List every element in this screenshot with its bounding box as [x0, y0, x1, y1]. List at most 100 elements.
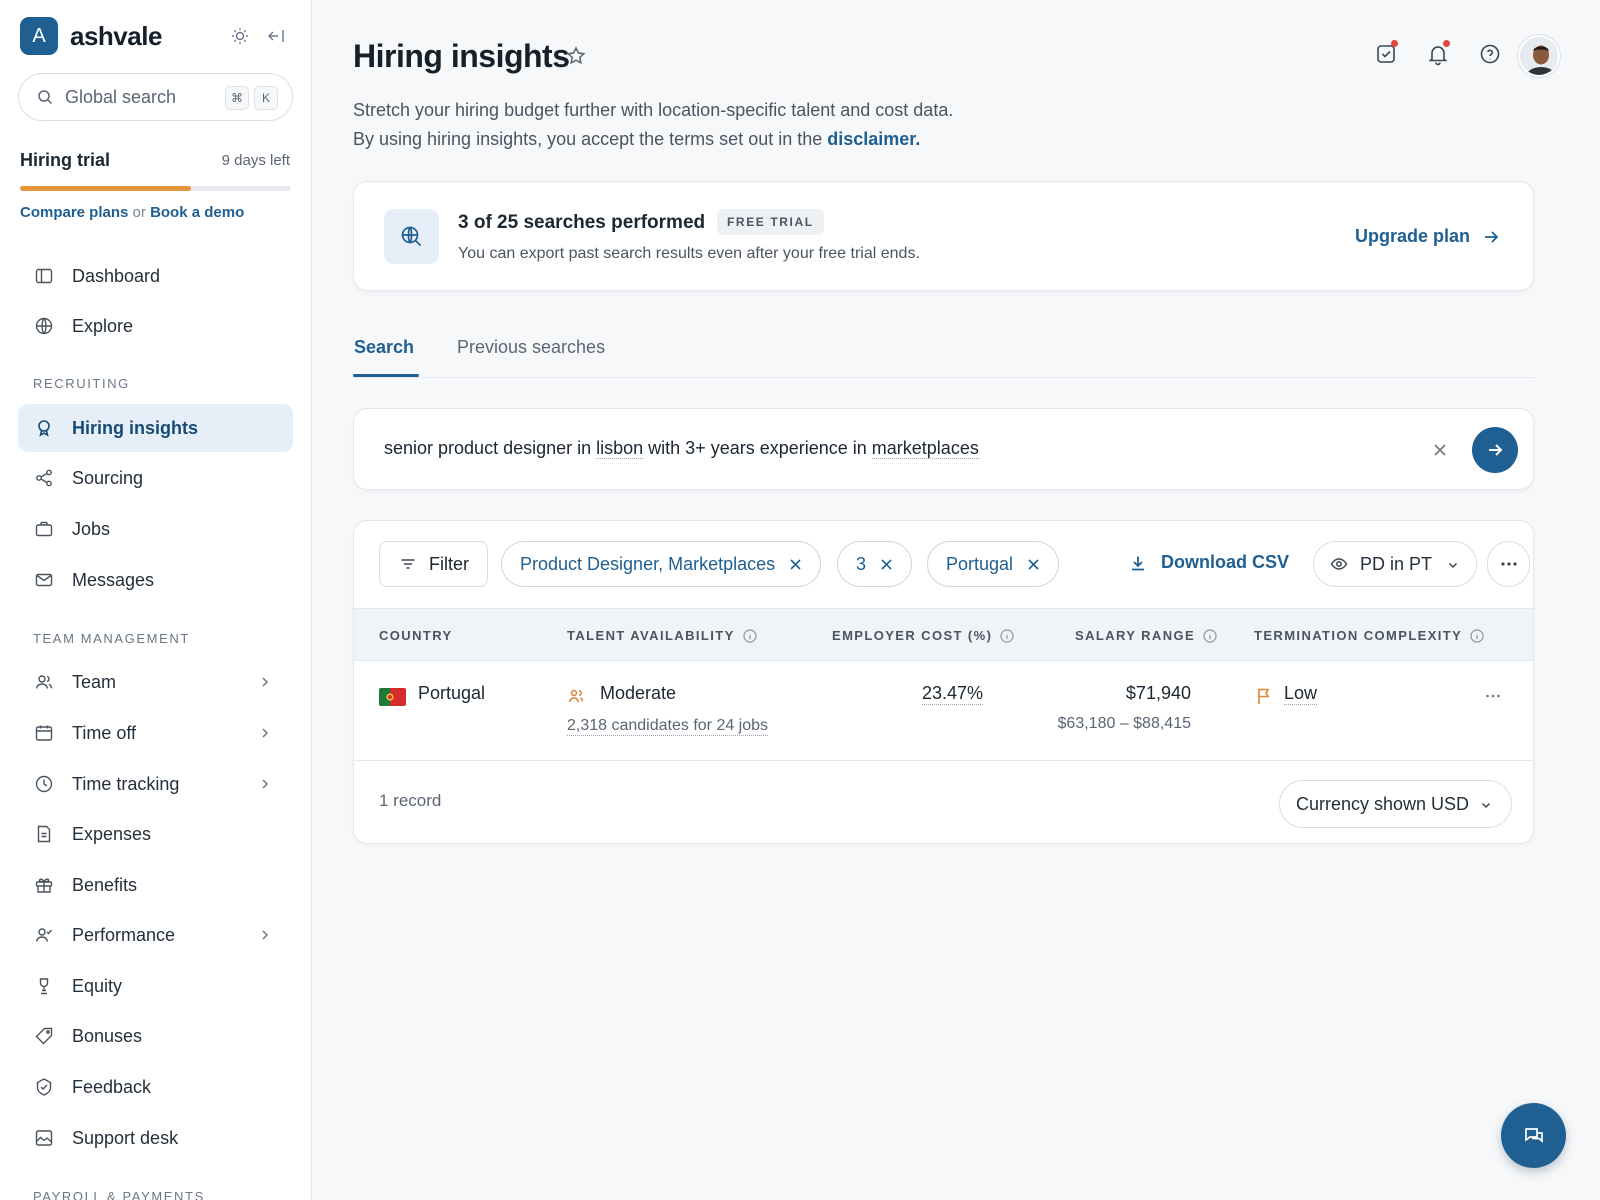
sidebar-item-label: Hiring insights [72, 417, 198, 438]
sidebar-item-equity[interactable]: Equity [18, 962, 293, 1010]
sidebar-item-label: Expenses [72, 823, 152, 844]
sidebar-item-performance[interactable]: Performance [18, 911, 293, 959]
filter-chip-experience[interactable]: 3 [837, 541, 913, 587]
info-icon[interactable] [992, 628, 1014, 643]
user-check-icon [34, 925, 54, 945]
cell-termination[interactable]: Low [1284, 683, 1318, 705]
book-demo-link[interactable]: Book a demo [150, 204, 244, 221]
sun-icon[interactable] [230, 26, 250, 46]
more-options-button[interactable] [1487, 541, 1530, 587]
search-quota-card: 3 of 25 searches performed FREE TRIAL Yo… [353, 181, 1534, 291]
column-header-label: TERMINATION COMPLEXITY [1254, 628, 1463, 643]
sidebar-item-time-tracking[interactable]: Time tracking [18, 760, 293, 808]
tasks-notification-dot [1391, 40, 1398, 47]
remove-chip-icon[interactable] [1027, 558, 1040, 571]
search-tabs: Search Previous searches [353, 328, 1534, 378]
filter-label: Filter [429, 553, 469, 574]
remove-chip-icon[interactable] [880, 558, 893, 571]
cell-country: Portugal [418, 683, 486, 703]
sidebar-item-explore[interactable]: Explore [18, 302, 293, 350]
lightbulb-icon [34, 418, 54, 438]
download-csv-label: Download CSV [1161, 552, 1290, 572]
sidebar-item-team[interactable]: Team [18, 658, 293, 706]
results-card: Filter Product Designer, Marketplaces 3 … [353, 520, 1534, 844]
section-label-team-management: TEAM MANAGEMENT [33, 631, 190, 646]
filter-chip-country[interactable]: Portugal [927, 541, 1060, 587]
row-more-icon[interactable] [1485, 693, 1501, 699]
sidebar-item-expenses[interactable]: Expenses [18, 810, 293, 858]
record-count: 1 record [379, 791, 442, 810]
clock-icon [34, 774, 54, 794]
currency-select[interactable]: Currency shown USD [1279, 780, 1512, 828]
sidebar-item-label: Performance [72, 924, 176, 945]
people-icon [567, 687, 585, 705]
sidebar-item-dashboard[interactable]: Dashboard [18, 252, 293, 300]
sidebar-item-messages[interactable]: Messages [18, 556, 293, 604]
sidebar-item-hiring-insights[interactable]: Hiring insights [18, 404, 293, 452]
sidebar-item-label: Jobs [72, 518, 111, 539]
sidebar-item-label: Sourcing [72, 467, 144, 488]
cell-candidates[interactable]: 2,318 candidates for 24 jobs [567, 717, 769, 736]
info-icon[interactable] [735, 628, 757, 643]
compare-plans-link[interactable]: Compare plans [20, 204, 128, 221]
trial-links-or: or [132, 204, 146, 221]
sidebar-item-bonuses[interactable]: Bonuses [18, 1012, 293, 1060]
brand[interactable]: A ashvale [20, 17, 162, 55]
column-header-termination-complexity: TERMINATION COMPLEXITY [1254, 628, 1484, 643]
query-text-segment: senior product designer in [384, 438, 597, 458]
sidebar-item-jobs[interactable]: Jobs [18, 505, 293, 553]
help-circle-icon[interactable] [1478, 42, 1502, 66]
support-image-icon [34, 1128, 54, 1148]
avatar[interactable] [1518, 35, 1560, 77]
global-search-input[interactable]: Global search ⌘ K [18, 73, 293, 121]
column-header-label: COUNTRY [379, 628, 453, 643]
info-icon[interactable] [1195, 628, 1217, 643]
sidebar-item-benefits[interactable]: Benefits [18, 861, 293, 909]
chat-bubbles-icon [1522, 1124, 1546, 1148]
section-label-payroll: PAYROLL & PAYMENTS [33, 1189, 205, 1200]
flag-icon [1256, 687, 1272, 705]
disclaimer-link[interactable]: disclaimer. [827, 129, 920, 149]
eye-icon [1330, 555, 1348, 573]
tab-previous-searches[interactable]: Previous searches [457, 337, 605, 358]
sidebar-item-label: Support desk [72, 1127, 179, 1148]
sidebar-item-sourcing[interactable]: Sourcing [18, 454, 293, 502]
table-header: COUNTRY TALENT AVAILABILITY EMPLOYER COS… [354, 608, 1533, 661]
search-query-box[interactable]: senior product designer in lisbon with 3… [353, 408, 1534, 490]
search-query-input[interactable]: senior product designer in lisbon with 3… [384, 438, 979, 459]
sidebar-item-label: Bonuses [72, 1025, 143, 1046]
remove-chip-icon[interactable] [789, 558, 802, 571]
star-icon[interactable] [565, 45, 587, 67]
sidebar-item-support-desk[interactable]: Support desk [18, 1114, 293, 1162]
column-header-label: TALENT AVAILABILITY [567, 628, 735, 643]
saved-view-select[interactable]: PD in PT [1313, 541, 1477, 587]
filter-lines-icon [399, 555, 417, 573]
arrow-right-icon [1486, 441, 1504, 459]
sidebar-item-feedback[interactable]: Feedback [18, 1063, 293, 1111]
quota-title: 3 of 25 searches performed [458, 212, 706, 233]
chip-label: 3 [856, 553, 867, 574]
filter-button[interactable]: Filter [379, 541, 488, 587]
submit-search-button[interactable] [1472, 427, 1518, 473]
shortcut-command-key: ⌘ [225, 86, 249, 110]
tab-search[interactable]: Search [354, 337, 414, 358]
column-header-talent-availability: TALENT AVAILABILITY [567, 628, 757, 643]
cell-employer-cost[interactable]: 23.47% [922, 683, 984, 705]
clear-query-icon[interactable] [1432, 442, 1448, 458]
collapse-sidebar-icon[interactable] [266, 26, 286, 46]
brand-logo: A [20, 17, 58, 55]
receipt-icon [34, 824, 54, 844]
sidebar: A ashvale Global search ⌘ K Hiring trial… [0, 0, 312, 1200]
trial-progress-fill [20, 186, 191, 191]
query-entity-industry: marketplaces [871, 438, 979, 459]
upgrade-plan-button[interactable]: Upgrade plan [1355, 226, 1500, 247]
globe-icon [34, 316, 54, 336]
filter-chip-role[interactable]: Product Designer, Marketplaces [501, 541, 822, 587]
download-csv-button[interactable]: Download CSV [1129, 552, 1289, 573]
sidebar-item-time-off[interactable]: Time off [18, 709, 293, 757]
info-icon[interactable] [1462, 628, 1484, 643]
main-content: Hiring insights Stretch your hiring budg… [312, 0, 1600, 1200]
table-row[interactable]: Portugal Moderate 2,318 candidates for 2… [354, 661, 1533, 761]
share-nodes-icon [34, 468, 54, 488]
chat-button[interactable] [1501, 1103, 1566, 1168]
